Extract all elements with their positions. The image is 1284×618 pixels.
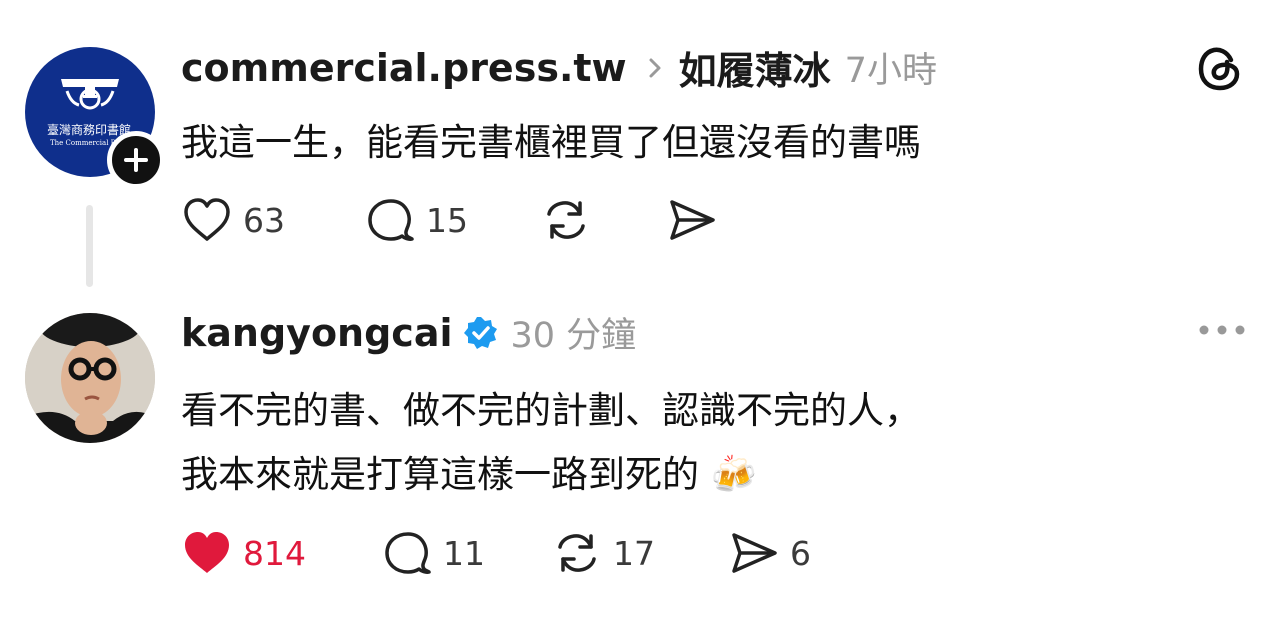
post-header: commercial.press.tw 如履薄冰 7小時: [181, 40, 937, 95]
repost-button[interactable]: [540, 194, 592, 246]
chevron-right-icon: [649, 58, 661, 77]
share-icon: [732, 533, 777, 573]
comment-icon: [385, 532, 431, 574]
threads-logo-icon: [1198, 47, 1240, 91]
reply-comment-count: 11: [443, 533, 485, 573]
comment-button[interactable]: 15: [364, 194, 468, 246]
avatar-photo: [25, 313, 155, 443]
heart-filled-icon: [185, 532, 229, 573]
thread-line: [86, 205, 93, 287]
comment-icon: [368, 199, 414, 241]
threads-logo[interactable]: [1194, 42, 1246, 94]
heart-icon: [184, 198, 230, 241]
verified-badge-icon: [463, 316, 497, 349]
reply-header: kangyongcai 30 分鐘: [181, 307, 636, 358]
post-username[interactable]: commercial.press.tw: [181, 46, 627, 90]
reply-like-button[interactable]: 814: [181, 527, 306, 579]
reply-repost-count: 17: [613, 533, 655, 573]
comment-count: 15: [426, 200, 468, 240]
reply-timestamp: 30 分鐘: [510, 316, 637, 356]
share-icon: [670, 200, 715, 240]
post-timestamp: 7小時: [844, 51, 937, 91]
reply-share-button[interactable]: 6: [728, 527, 811, 579]
repost-icon: [558, 534, 596, 572]
share-button[interactable]: [666, 194, 718, 246]
like-count: 63: [243, 200, 285, 240]
reply-text-line-2: 我本來就是打算這樣一路到死的 🍻: [181, 453, 757, 496]
reply-to-username[interactable]: 如履薄冰: [679, 40, 831, 95]
more-button[interactable]: [1196, 318, 1248, 342]
more-icon: [1199, 325, 1245, 335]
reply-comment-button[interactable]: 11: [381, 527, 485, 579]
reply-share-count: 6: [790, 533, 811, 573]
post-text: 我這一生，能看完書櫃裡買了但還沒看的書嗎: [181, 121, 921, 164]
reply-text-line-1: 看不完的書、做不完的計劃、認識不完的人，: [181, 389, 921, 432]
follow-button[interactable]: [107, 131, 165, 189]
reply-repost-button[interactable]: 17: [551, 527, 655, 579]
reply-username[interactable]: kangyongcai: [181, 311, 453, 355]
like-button[interactable]: 63: [181, 194, 285, 246]
reply-like-count: 814: [243, 533, 306, 573]
plus-icon: [124, 148, 148, 172]
reply-avatar[interactable]: [25, 313, 155, 443]
repost-icon: [547, 201, 585, 239]
